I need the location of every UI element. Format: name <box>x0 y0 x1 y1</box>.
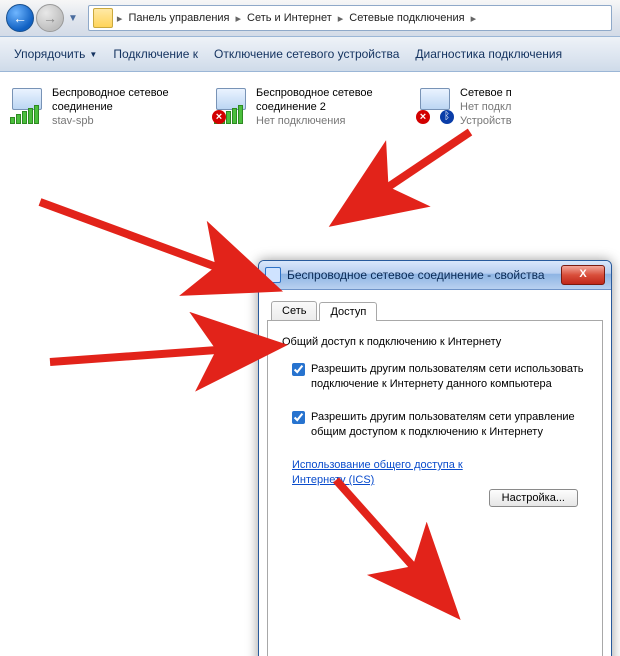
connection-item[interactable]: × ᛒ Сетевое п Нет подкл Устройств <box>416 86 516 128</box>
address-bar[interactable]: ▸ Панель управления ▸ Сеть и Интернет ▸ … <box>88 5 612 31</box>
disable-device[interactable]: Отключение сетевого устройства <box>206 43 407 65</box>
connection-name: Сетевое п <box>460 86 512 100</box>
tab-sharing[interactable]: Доступ <box>319 302 377 321</box>
connection-item[interactable]: × Беспроводное сетевое соединение 2 Нет … <box>212 86 412 128</box>
organize-menu[interactable]: Упорядочить ▼ <box>6 43 105 65</box>
connect-label: Подключение к <box>113 47 198 61</box>
connection-name: Беспроводное сетевое соединение <box>52 86 208 114</box>
error-badge-icon: × <box>416 110 430 124</box>
explorer-navbar: ← → ▼ ▸ Панель управления ▸ Сеть и Интер… <box>0 0 620 37</box>
checkbox-input[interactable] <box>292 363 305 376</box>
connection-item[interactable]: Беспроводное сетевое соединение stav-spb <box>8 86 208 128</box>
properties-dialog: Беспроводное сетевое соединение - свойст… <box>258 260 612 656</box>
chevron-right-icon: ▸ <box>471 12 477 25</box>
diagnose-connection[interactable]: Диагностика подключения <box>407 43 570 65</box>
organize-label: Упорядочить <box>14 47 85 61</box>
location-icon <box>93 8 113 28</box>
connection-sub: stav-spb <box>52 114 208 128</box>
adapter-icon <box>265 267 281 283</box>
disable-label: Отключение сетевого устройства <box>214 47 399 61</box>
history-dropdown-icon[interactable]: ▼ <box>68 13 78 24</box>
connection-sub: Нет подкл <box>460 100 512 114</box>
allow-control-checkbox[interactable]: Разрешить другим пользователям сети упра… <box>292 410 588 440</box>
back-button[interactable]: ← <box>6 4 34 32</box>
breadcrumb-seg[interactable]: Панель управления <box>122 12 235 24</box>
settings-button[interactable]: Настройка... <box>489 489 578 507</box>
connections-pane: Беспроводное сетевое соединение stav-spb… <box>0 72 620 656</box>
dialog-titlebar[interactable]: Беспроводное сетевое соединение - свойст… <box>259 261 611 290</box>
breadcrumb-seg[interactable]: Сетевые подключения <box>343 12 470 24</box>
command-bar: Упорядочить ▼ Подключение к Отключение се… <box>0 37 620 72</box>
wifi-connected-icon <box>8 86 48 124</box>
checkbox-label: Разрешить другим пользователям сети упра… <box>311 410 588 440</box>
ics-help-link[interactable]: Использование общего доступа к Интернету… <box>292 458 472 488</box>
connect-to-menu[interactable]: Подключение к <box>105 43 206 65</box>
diagnose-label: Диагностика подключения <box>415 47 562 61</box>
wifi-disconnected-icon: × <box>212 86 252 124</box>
group-title: Общий доступ к подключению к Интернету <box>282 335 588 350</box>
tab-sharing-page: Общий доступ к подключению к Интернету Р… <box>267 320 603 656</box>
close-button[interactable]: X <box>561 265 605 285</box>
connection-extra: Устройств <box>460 114 512 128</box>
checkbox-label: Разрешить другим пользователям сети испо… <box>311 362 588 392</box>
connection-sub: Нет подключения <box>256 114 412 128</box>
breadcrumb-seg[interactable]: Сеть и Интернет <box>241 12 338 24</box>
chevron-down-icon: ▼ <box>89 50 97 59</box>
bluetooth-badge-icon: ᛒ <box>440 110 454 124</box>
allow-connection-checkbox[interactable]: Разрешить другим пользователям сети испо… <box>292 362 588 392</box>
tab-network[interactable]: Сеть <box>271 301 317 320</box>
forward-button[interactable]: → <box>36 4 64 32</box>
error-badge-icon: × <box>212 110 226 124</box>
connection-name: Беспроводное сетевое соединение 2 <box>256 86 412 114</box>
dialog-title: Беспроводное сетевое соединение - свойст… <box>287 268 545 282</box>
bluetooth-adapter-icon: × ᛒ <box>416 86 456 124</box>
checkbox-input[interactable] <box>292 411 305 424</box>
